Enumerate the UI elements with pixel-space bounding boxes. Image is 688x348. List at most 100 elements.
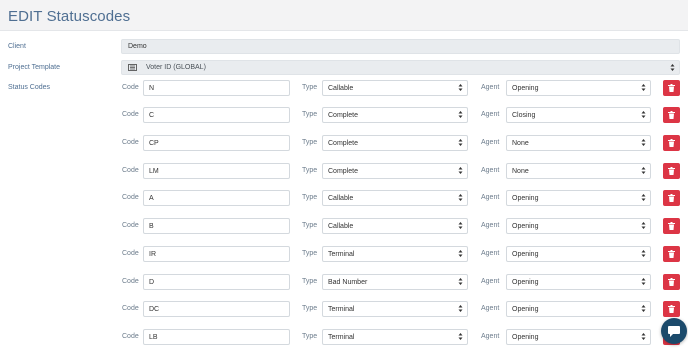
type-label: Type bbox=[302, 84, 318, 91]
type-value: Complete bbox=[328, 112, 358, 119]
agent-label: Agent bbox=[481, 167, 500, 174]
agent-value: Opening bbox=[512, 251, 539, 258]
type-value: Complete bbox=[328, 140, 358, 147]
status-code-row: Code IR Type Terminal Agent Opening bbox=[0, 246, 688, 263]
agent-select[interactable]: Opening bbox=[506, 218, 651, 234]
agent-select[interactable]: Opening bbox=[506, 329, 651, 345]
type-select[interactable]: Terminal bbox=[322, 301, 468, 317]
code-input[interactable]: A bbox=[143, 190, 290, 206]
project-template-select: Voter ID (GLOBAL) bbox=[121, 60, 680, 75]
client-label: Client bbox=[8, 43, 26, 50]
code-label: Code bbox=[122, 333, 139, 340]
agent-label: Agent bbox=[481, 194, 500, 201]
select-arrows-icon bbox=[641, 332, 646, 341]
agent-select[interactable]: Closing bbox=[506, 107, 651, 123]
delete-button[interactable] bbox=[663, 274, 680, 290]
delete-button[interactable] bbox=[663, 107, 680, 123]
delete-button[interactable] bbox=[663, 190, 680, 206]
select-arrows-icon bbox=[641, 221, 646, 230]
delete-button[interactable] bbox=[663, 218, 680, 234]
delete-button[interactable] bbox=[663, 135, 680, 151]
code-input[interactable]: CP bbox=[143, 135, 290, 151]
type-select[interactable]: Callable bbox=[322, 80, 468, 96]
type-value: Complete bbox=[328, 168, 358, 175]
code-label: Code bbox=[122, 111, 139, 118]
select-arrows-icon bbox=[641, 193, 646, 202]
agent-select[interactable]: Opening bbox=[506, 274, 651, 290]
type-label: Type bbox=[302, 194, 318, 201]
agent-value: Closing bbox=[512, 112, 536, 119]
type-select[interactable]: Bad Number bbox=[322, 274, 468, 290]
select-arrows-icon bbox=[641, 249, 646, 258]
type-value: Terminal bbox=[328, 334, 355, 341]
type-label: Type bbox=[302, 333, 318, 340]
status-code-row: Code LM Type Complete Agent None bbox=[0, 163, 688, 180]
code-input[interactable]: N bbox=[143, 80, 290, 96]
page-header: EDIT Statuscodes bbox=[0, 0, 688, 31]
type-label: Type bbox=[302, 111, 318, 118]
status-code-row: Code CP Type Complete Agent None bbox=[0, 135, 688, 152]
agent-value: None bbox=[512, 168, 529, 175]
project-template-label: Project Template bbox=[8, 64, 61, 71]
delete-button[interactable] bbox=[663, 301, 680, 317]
select-arrows-icon bbox=[458, 138, 463, 147]
type-select[interactable]: Complete bbox=[322, 163, 468, 179]
type-label: Type bbox=[302, 222, 318, 229]
type-select[interactable]: Callable bbox=[322, 190, 468, 206]
page-title: EDIT Statuscodes bbox=[8, 8, 131, 25]
type-value: Callable bbox=[328, 195, 354, 202]
agent-value: None bbox=[512, 140, 529, 147]
select-arrows-icon bbox=[641, 277, 646, 286]
select-arrows-icon bbox=[641, 166, 646, 175]
agent-value: Opening bbox=[512, 306, 539, 313]
status-code-row: Code C Type Complete Agent Closing bbox=[0, 107, 688, 124]
agent-select[interactable]: Opening bbox=[506, 301, 651, 317]
select-arrows-icon bbox=[458, 110, 463, 119]
select-arrows-icon bbox=[458, 166, 463, 175]
select-arrows-icon bbox=[641, 110, 646, 119]
type-select[interactable]: Terminal bbox=[322, 246, 468, 262]
agent-select[interactable]: Opening bbox=[506, 246, 651, 262]
select-arrows-icon bbox=[458, 221, 463, 230]
type-select[interactable]: Complete bbox=[322, 107, 468, 123]
agent-label: Agent bbox=[481, 250, 500, 257]
select-arrows-icon bbox=[458, 83, 463, 92]
agent-value: Opening bbox=[512, 85, 539, 92]
select-arrows-icon bbox=[458, 304, 463, 313]
code-input[interactable]: D bbox=[143, 274, 290, 290]
template-icon bbox=[128, 64, 137, 71]
type-select[interactable]: Callable bbox=[322, 218, 468, 234]
agent-label: Agent bbox=[481, 111, 500, 118]
delete-button[interactable] bbox=[663, 163, 680, 179]
select-arrows-icon bbox=[458, 277, 463, 286]
code-input[interactable]: IR bbox=[143, 246, 290, 262]
code-input[interactable]: B bbox=[143, 218, 290, 234]
type-value: Callable bbox=[328, 223, 354, 230]
agent-label: Agent bbox=[481, 278, 500, 285]
code-label: Code bbox=[122, 167, 139, 174]
agent-select[interactable]: None bbox=[506, 135, 651, 151]
code-input[interactable]: LB bbox=[143, 329, 290, 345]
delete-button[interactable] bbox=[663, 80, 680, 96]
code-label: Code bbox=[122, 278, 139, 285]
select-arrows-icon bbox=[458, 193, 463, 202]
code-label: Code bbox=[122, 84, 139, 91]
select-arrows-icon bbox=[670, 63, 675, 72]
delete-button[interactable] bbox=[663, 246, 680, 262]
code-input[interactable]: LM bbox=[143, 163, 290, 179]
type-label: Type bbox=[302, 250, 318, 257]
type-select[interactable]: Complete bbox=[322, 135, 468, 151]
agent-select[interactable]: Opening bbox=[506, 190, 651, 206]
type-label: Type bbox=[302, 278, 318, 285]
code-input[interactable]: DC bbox=[143, 301, 290, 317]
status-code-row: Code B Type Callable Agent Opening bbox=[0, 218, 688, 235]
select-arrows-icon bbox=[458, 249, 463, 258]
chat-button[interactable] bbox=[661, 318, 687, 344]
code-input[interactable]: C bbox=[143, 107, 290, 123]
type-select[interactable]: Terminal bbox=[322, 329, 468, 345]
agent-select[interactable]: Opening bbox=[506, 80, 651, 96]
code-label: Code bbox=[122, 222, 139, 229]
agent-select[interactable]: None bbox=[506, 163, 651, 179]
type-label: Type bbox=[302, 305, 318, 312]
type-label: Type bbox=[302, 167, 318, 174]
